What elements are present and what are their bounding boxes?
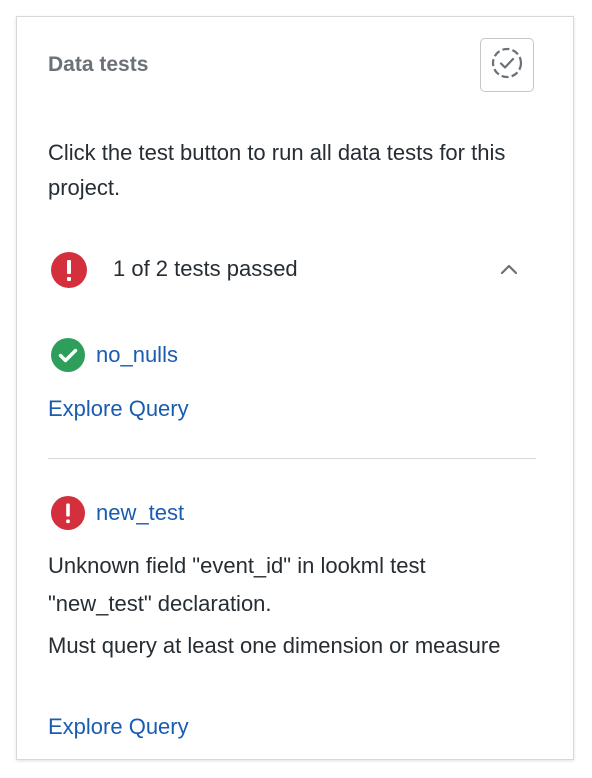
- run-tests-button[interactable]: [480, 38, 534, 92]
- error-message: Unknown field "event_id" in lookml test …: [48, 553, 426, 616]
- error-icon: [51, 496, 85, 535]
- test-summary-toggle[interactable]: 1 of 2 tests passed: [48, 250, 538, 290]
- explore-query-link[interactable]: Explore Query: [48, 396, 189, 422]
- intro-text: Click the test button to run all data te…: [48, 140, 506, 200]
- chevron-up-icon[interactable]: [498, 258, 520, 285]
- panel-title: Data tests: [48, 53, 149, 76]
- explore-query-link[interactable]: Explore Query: [48, 714, 189, 740]
- data-tests-panel: Data tests Click the test button to run …: [16, 16, 574, 760]
- test-name-link[interactable]: no_nulls: [96, 342, 178, 368]
- divider: [48, 458, 536, 459]
- test-name-link[interactable]: new_test: [96, 500, 184, 526]
- run-check-icon: [490, 46, 524, 85]
- error-icon: [51, 252, 87, 293]
- success-check-icon: [51, 338, 85, 377]
- error-message: Must query at least one dimension or mea…: [48, 633, 501, 658]
- summary-label: 1 of 2 tests passed: [113, 256, 298, 281]
